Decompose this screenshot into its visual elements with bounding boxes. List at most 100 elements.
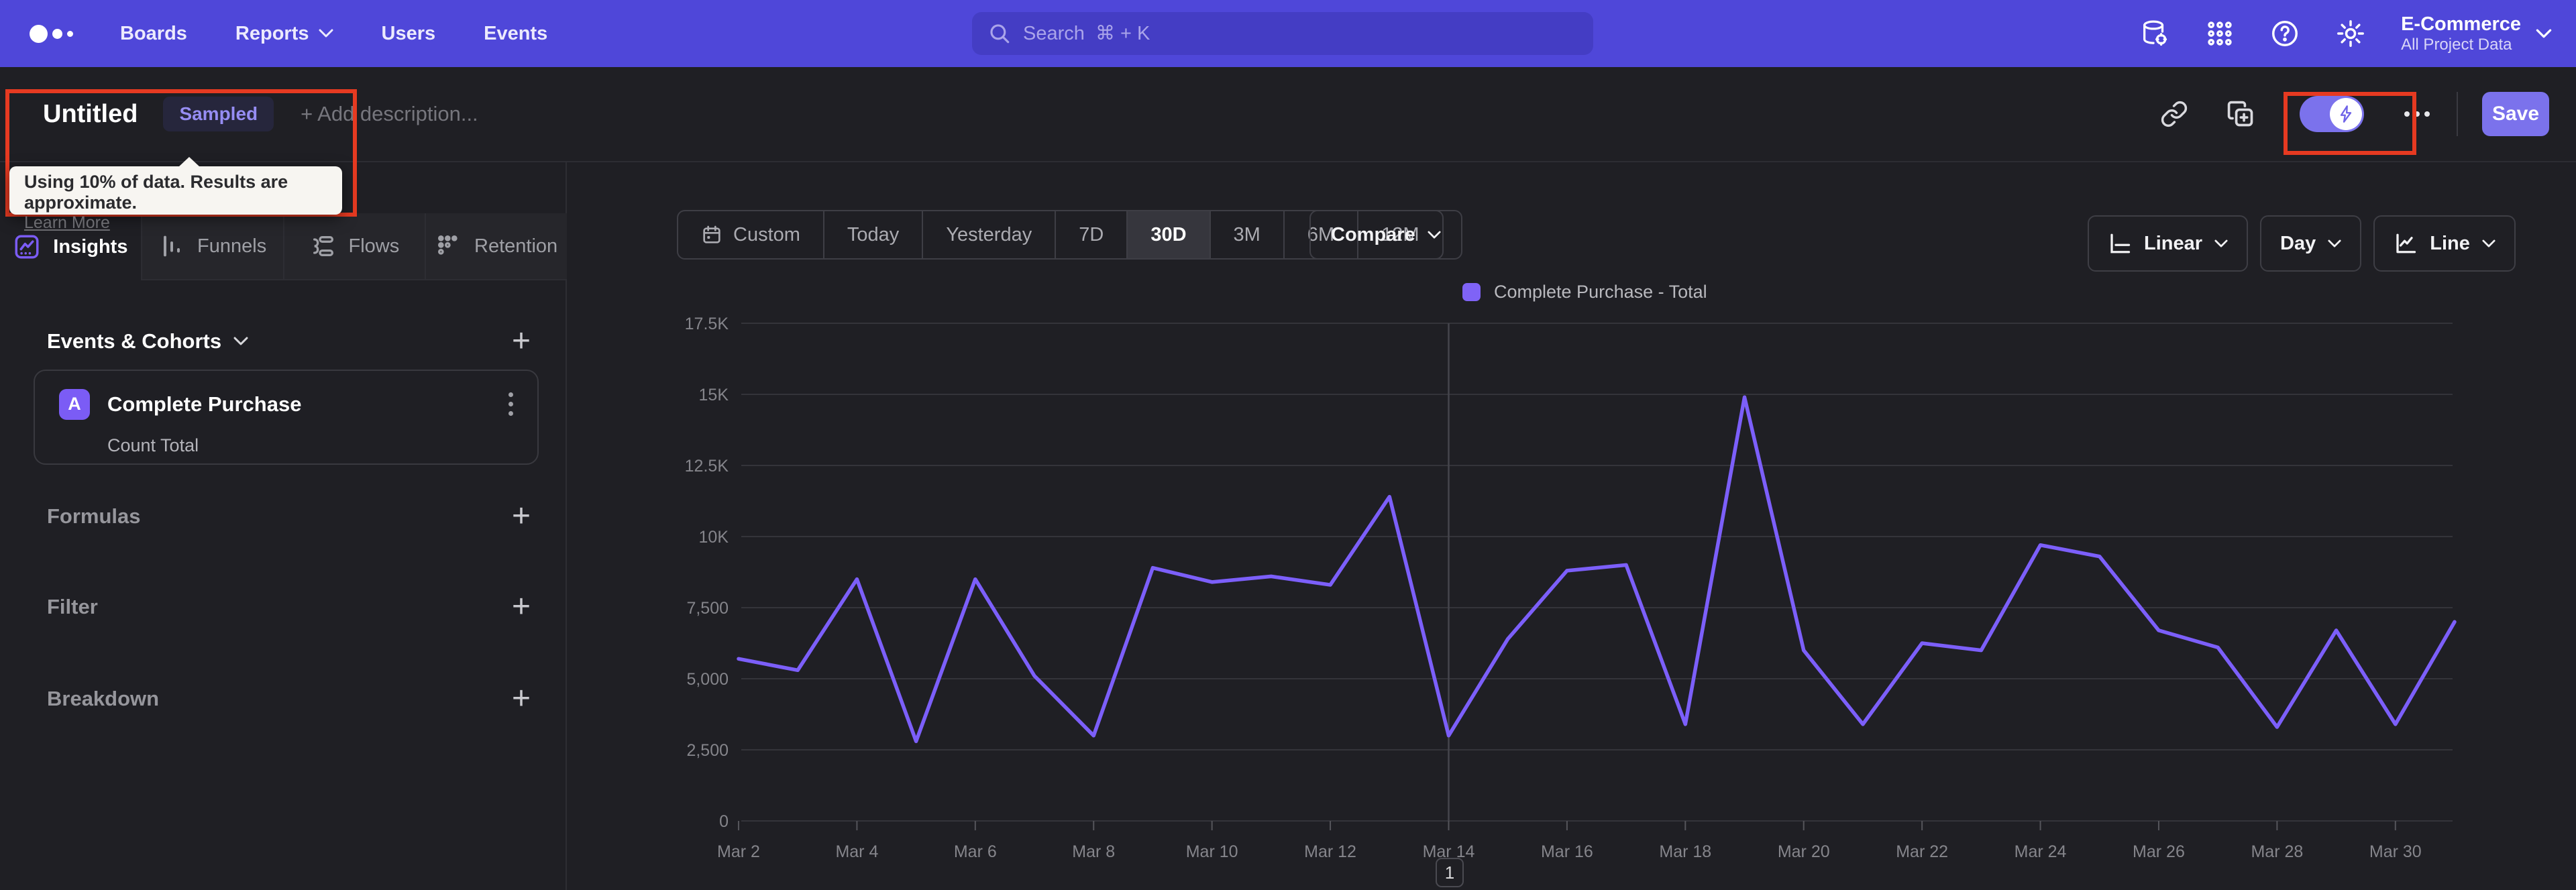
primary-nav: Boards Reports Users Events: [120, 23, 547, 45]
scale-select[interactable]: Linear: [2088, 215, 2249, 272]
project-selector[interactable]: E-Commerce All Project Data: [2401, 13, 2552, 54]
nav-item-label: Events: [484, 22, 548, 44]
svg-text:Mar 4: Mar 4: [835, 842, 878, 861]
chevron-down-icon: [2328, 239, 2341, 247]
chevron-down-icon: [1428, 231, 1441, 238]
add-description-field[interactable]: + Add description...: [301, 102, 478, 126]
breakdown-label: Breakdown: [47, 687, 160, 710]
add-formula-button[interactable]: +: [512, 500, 531, 533]
global-search[interactable]: [972, 12, 1593, 55]
range-label: 30D: [1150, 223, 1187, 245]
event-letter-badge: A: [59, 388, 90, 420]
svg-text:10K: 10K: [699, 528, 729, 547]
range-7d[interactable]: 7D: [1055, 211, 1126, 258]
svg-text:Mar 28: Mar 28: [2251, 842, 2303, 861]
breakdown-section: Breakdown +: [47, 681, 531, 717]
filter-section: Filter +: [47, 589, 531, 625]
svg-text:17.5K: 17.5K: [685, 315, 729, 333]
add-breakdown-button[interactable]: +: [512, 683, 531, 715]
range-30d[interactable]: 30D: [1126, 211, 1210, 258]
range-label: Custom: [733, 223, 800, 245]
share-link-icon[interactable]: [2160, 100, 2188, 128]
project-scope: All Project Data: [2401, 35, 2512, 54]
events-cohorts-title[interactable]: Events & Cohorts: [47, 329, 248, 353]
svg-text:Mar 26: Mar 26: [2133, 842, 2185, 861]
tab-retention[interactable]: Retention: [425, 213, 567, 280]
duplicate-icon[interactable]: [2226, 99, 2255, 129]
tooltip-learn-more-link[interactable]: Learn More: [24, 213, 110, 232]
range-label: Yesterday: [946, 223, 1032, 245]
filter-label: Filter: [47, 595, 98, 618]
search-input[interactable]: [1023, 22, 1577, 45]
range-label: 7D: [1079, 223, 1104, 245]
event-metric[interactable]: Count Total: [107, 435, 199, 456]
top-navbar: Boards Reports Users Events Search ⌘ + K…: [0, 0, 2576, 67]
chevron-down-icon: [2482, 239, 2496, 247]
sampled-badge[interactable]: Sampled: [163, 97, 274, 131]
svg-text:12.5K: 12.5K: [685, 457, 729, 476]
chart-legend[interactable]: Complete Purchase - Total: [1462, 282, 1707, 302]
svg-text:Mar 8: Mar 8: [1072, 842, 1115, 861]
pagination-page-button[interactable]: 1: [1436, 858, 1464, 887]
svg-text:Mar 22: Mar 22: [1896, 842, 1948, 861]
chevron-down-icon: [2536, 29, 2552, 38]
add-event-button[interactable]: +: [512, 325, 531, 357]
chart-view-controls: Linear Day Line: [2088, 215, 2516, 272]
svg-text:Mar 6: Mar 6: [954, 842, 997, 861]
range-label: 3M: [1233, 223, 1260, 245]
query-sidebar: Insights Funnels Flows Retention Events …: [0, 161, 567, 890]
linear-axis-icon: [2110, 233, 2131, 254]
events-cohorts-label: Events & Cohorts: [47, 329, 222, 353]
sampling-toggle[interactable]: [2300, 96, 2364, 132]
tab-label: Retention: [474, 235, 558, 257]
nav-item-boards[interactable]: Boards: [120, 23, 187, 45]
chevron-down-icon: [319, 29, 333, 38]
funnels-icon: [164, 235, 180, 257]
svg-text:Mar 10: Mar 10: [1186, 842, 1238, 861]
report-title[interactable]: Untitled: [43, 100, 138, 129]
svg-text:Mar 16: Mar 16: [1541, 842, 1593, 861]
data-management-icon[interactable]: [2139, 18, 2170, 49]
insights-icon: [15, 235, 39, 259]
nav-item-users[interactable]: Users: [382, 23, 436, 45]
add-filter-button[interactable]: +: [512, 591, 531, 623]
event-name[interactable]: Complete Purchase: [107, 392, 301, 416]
nav-item-reports[interactable]: Reports: [235, 23, 333, 45]
svg-text:7,500: 7,500: [686, 599, 729, 618]
range-yesterday[interactable]: Yesterday: [922, 211, 1055, 258]
formulas-label: Formulas: [47, 504, 141, 528]
toggle-knob: [2330, 98, 2362, 130]
save-button[interactable]: Save: [2482, 92, 2549, 136]
compare-button[interactable]: Compare: [1309, 210, 1462, 260]
chart-type-select[interactable]: Line: [2373, 215, 2516, 272]
svg-text:Mar 2: Mar 2: [717, 842, 760, 861]
help-icon[interactable]: [2269, 18, 2300, 49]
event-card[interactable]: A Complete Purchase Count Total: [34, 370, 539, 465]
lightning-bolt-icon: [2340, 105, 2352, 123]
event-card-top: A Complete Purchase: [59, 388, 517, 420]
chevron-down-icon: [233, 337, 248, 345]
range-3m[interactable]: 3M: [1209, 211, 1283, 258]
svg-text:Mar 12: Mar 12: [1304, 842, 1356, 861]
line-chart-icon: [2396, 233, 2416, 254]
svg-text:Mar 20: Mar 20: [1778, 842, 1830, 861]
nav-item-label: Reports: [235, 22, 309, 44]
titlebar-separator: [2457, 92, 2458, 136]
range-custom[interactable]: Custom: [678, 211, 823, 258]
retention-icon: [438, 235, 458, 255]
more-actions-icon[interactable]: [2404, 111, 2430, 117]
tooltip-text: Using 10% of data. Results are approxima…: [24, 172, 288, 213]
svg-text:15K: 15K: [699, 386, 729, 404]
legend-swatch: [1462, 283, 1481, 301]
flows-icon: [313, 236, 333, 256]
nav-item-events[interactable]: Events: [484, 23, 547, 45]
apps-grid-icon[interactable]: [2205, 19, 2235, 48]
interval-select[interactable]: Day: [2260, 215, 2362, 272]
mixpanel-logo-icon[interactable]: [30, 24, 73, 43]
event-menu-kebab-icon[interactable]: [504, 388, 517, 420]
titlebar-actions: Save: [2160, 67, 2549, 161]
settings-gear-icon[interactable]: [2335, 18, 2366, 49]
tab-label: Insights: [53, 235, 128, 258]
range-today[interactable]: Today: [822, 211, 922, 258]
nav-item-label: Users: [381, 22, 436, 44]
